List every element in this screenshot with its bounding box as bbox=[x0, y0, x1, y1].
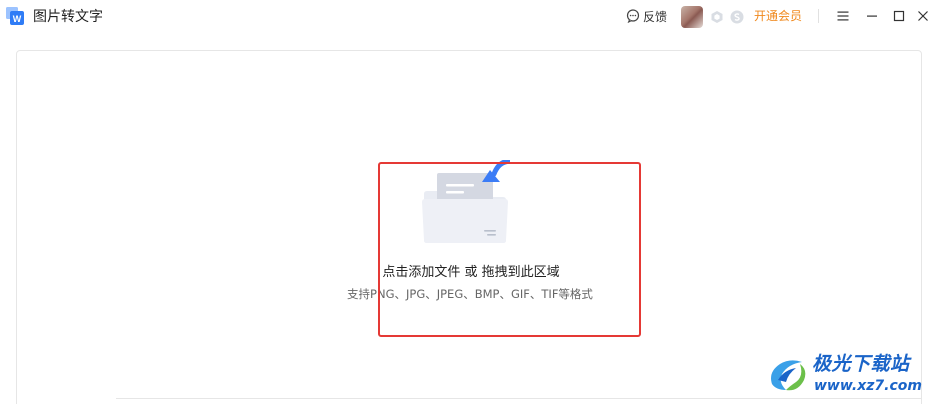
header-divider bbox=[818, 9, 819, 23]
supported-formats-hint: 支持PNG、JPG、JPEG、BMP、GIF、TIF等格式 bbox=[347, 287, 593, 301]
svg-text:W: W bbox=[13, 14, 22, 24]
chat-bubble-icon bbox=[626, 9, 640, 23]
feedback-button[interactable]: 反馈 bbox=[626, 7, 667, 25]
title-bar: W 图片转文字 反馈 开通会员 bbox=[0, 0, 929, 34]
folder-upload-icon[interactable] bbox=[420, 158, 519, 246]
close-button[interactable] bbox=[913, 6, 929, 26]
maximize-button[interactable] bbox=[889, 6, 909, 26]
hamburger-icon bbox=[837, 11, 849, 21]
close-icon bbox=[918, 11, 928, 21]
watermark-site-name: 极光下载站 bbox=[812, 353, 910, 375]
site-watermark: 极光下载站 www.xz7.com bbox=[766, 352, 926, 398]
bottom-divider bbox=[116, 398, 922, 399]
watermark-logo-icon bbox=[766, 352, 810, 396]
minimize-icon bbox=[867, 15, 877, 17]
minimize-button[interactable] bbox=[862, 6, 882, 26]
feedback-label: 反馈 bbox=[643, 9, 668, 24]
avatar[interactable] bbox=[681, 6, 703, 28]
maximize-icon bbox=[893, 10, 905, 22]
app-logo-icon: W bbox=[6, 7, 24, 25]
member-badge-icon bbox=[710, 9, 724, 23]
menu-button[interactable] bbox=[833, 6, 853, 26]
open-membership-link[interactable]: 开通会员 bbox=[754, 8, 802, 24]
drop-zone-title: 点击添加文件 或 拖拽到此区域 bbox=[382, 265, 560, 280]
super-member-badge-icon bbox=[730, 9, 744, 24]
watermark-site-url: www.xz7.com bbox=[814, 378, 922, 394]
app-title: 图片转文字 bbox=[33, 9, 103, 25]
